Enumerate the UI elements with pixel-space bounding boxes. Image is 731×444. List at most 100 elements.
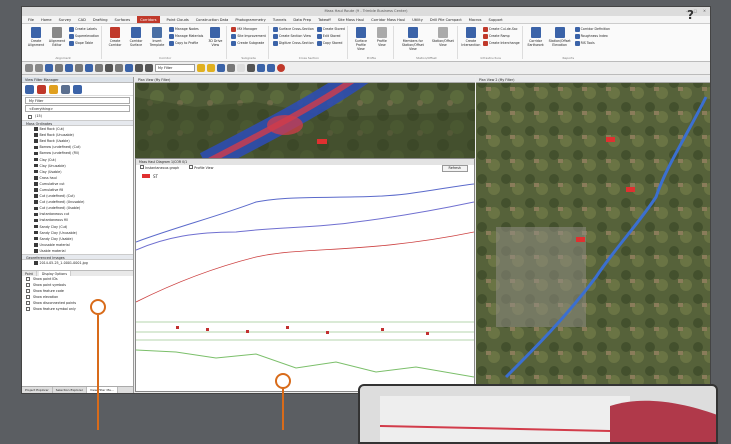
render-icon[interactable] (227, 64, 235, 72)
new-filter-icon[interactable] (25, 84, 34, 94)
zoom-extents-icon[interactable] (75, 64, 83, 72)
select-icon[interactable] (45, 64, 53, 72)
profile-view-option[interactable]: Profile View (189, 165, 213, 172)
view-filter-select[interactable]: My Filter (155, 64, 195, 72)
redo-icon[interactable] (35, 64, 43, 72)
checkbox[interactable] (34, 163, 38, 168)
menu-item-site-mass-haul[interactable]: Site Mass Haul (338, 16, 364, 23)
slope-table-button[interactable]: Slope Table (69, 41, 99, 46)
menu-item-drafting[interactable]: Drafting (93, 16, 108, 23)
list-item[interactable]: (15) (22, 113, 133, 120)
menu-item-macros[interactable]: Macros (469, 16, 482, 23)
mx-manager-button[interactable]: MX Manager (231, 27, 266, 32)
layer-icon[interactable] (49, 84, 58, 94)
checkbox[interactable] (189, 165, 194, 169)
create-intersection-button[interactable]: Create Intersection (461, 27, 480, 58)
maximize-icon[interactable]: □ (694, 7, 697, 16)
stop-icon[interactable] (277, 64, 285, 72)
create-corridor-button[interactable]: Create Corridor (106, 27, 124, 58)
layers-icon[interactable] (95, 64, 103, 72)
orbit-icon[interactable] (125, 64, 133, 72)
checkbox[interactable] (34, 157, 38, 162)
measure-icon[interactable] (135, 64, 143, 72)
checkbox[interactable] (28, 114, 32, 119)
menu-item-corridors[interactable]: Corridors (137, 16, 160, 23)
ris-tools-button[interactable]: RIS Tools (574, 41, 610, 46)
checkbox[interactable] (34, 224, 38, 229)
create-section-view-button[interactable]: Create Section View (272, 34, 314, 39)
close-icon[interactable]: ✕ (703, 7, 706, 16)
plan-view-right[interactable]: Plan View 2 (My Filter) (476, 77, 710, 393)
menu-item-survey[interactable]: Survey (59, 16, 72, 23)
menu-item-corridor-mass-haul[interactable]: Corridor Mass Haul (371, 16, 405, 23)
create-ramp-button[interactable]: Create Ramp (482, 34, 520, 39)
manage-nodes-button[interactable]: Manage Nodes (169, 27, 203, 32)
refresh-button[interactable]: Refresh (441, 165, 468, 172)
menu-item-takeoff[interactable]: Takeoff (318, 16, 331, 23)
checkbox[interactable] (34, 139, 38, 143)
edit-stored-button[interactable]: Edit Stored (316, 34, 345, 39)
delete-filter-icon[interactable] (37, 84, 46, 94)
help-icon[interactable]: ? (687, 9, 694, 21)
surface-cross-section-button[interactable]: Surface Cross-Section (272, 27, 314, 32)
shade-icon[interactable] (217, 64, 225, 72)
checkbox[interactable] (34, 249, 38, 253)
checkbox[interactable] (34, 133, 38, 137)
create-interchange-button[interactable]: Create Interchange (482, 41, 520, 46)
checkbox[interactable] (34, 194, 38, 198)
checkbox[interactable] (34, 188, 38, 192)
menu-item-utility[interactable]: Utility (412, 16, 423, 23)
pan-icon[interactable] (55, 64, 63, 72)
filter-scope-select[interactable]: <Everything> (25, 105, 130, 112)
zoom-icon[interactable] (65, 64, 73, 72)
tab-project-explorer[interactable]: Project Explorer (22, 387, 53, 393)
superelevation-button[interactable]: Superelevation (69, 34, 99, 39)
create-alignment-button[interactable]: Create Alignment (27, 27, 45, 58)
menu-item-drill-pile-compact[interactable]: Drill Pile Compact (430, 16, 462, 23)
filter-icon[interactable] (197, 64, 205, 72)
checkbox[interactable] (34, 243, 38, 247)
checkbox[interactable] (26, 289, 30, 294)
plan-view-right-tab[interactable]: Plan View 2 (My Filter) (476, 77, 710, 83)
checkbox[interactable] (34, 218, 38, 223)
site-improvement-button[interactable]: Site Improvement (231, 34, 266, 39)
create-subgrade-button[interactable]: Create Subgrade (231, 41, 266, 46)
digitize-cross-section-button[interactable]: Digitize Cross-Section (272, 41, 314, 46)
alignment-editor-button[interactable]: Alignment Editor (48, 27, 66, 58)
checkbox[interactable] (34, 169, 38, 174)
checkbox[interactable] (34, 212, 38, 217)
checkbox[interactable] (34, 230, 38, 235)
checkbox[interactable] (34, 200, 38, 204)
checkbox[interactable] (26, 295, 30, 300)
view-3d-icon[interactable] (85, 64, 93, 72)
checkbox[interactable] (34, 182, 38, 186)
tab-view-filter-manager[interactable]: View Filter Ma... (87, 387, 118, 393)
color-icon[interactable] (237, 64, 245, 72)
checkbox[interactable] (34, 151, 38, 156)
checkbox[interactable] (34, 236, 38, 241)
checkbox[interactable] (34, 145, 38, 150)
play-icon[interactable] (267, 64, 275, 72)
checkbox[interactable] (34, 176, 38, 180)
book-icon[interactable] (73, 84, 82, 94)
create-labels-button[interactable]: Create Labels (69, 27, 99, 32)
copy-to-profile-button[interactable]: Copy to Profile (169, 41, 203, 46)
tab-selection-explorer[interactable]: Selection Explorer (53, 387, 87, 393)
checkbox[interactable] (34, 261, 38, 265)
menu-item-data-prep[interactable]: Data Prep (293, 16, 311, 23)
manage-materials-button[interactable]: Manage Materials (169, 34, 203, 39)
corridor-definition-button[interactable]: Corridor Definition (574, 27, 610, 32)
menu-item-photogrammetry[interactable]: Photogrammetry (235, 16, 265, 23)
instantaneous-graph-option[interactable]: Instantaneous graph (140, 165, 179, 172)
checkbox[interactable] (26, 301, 30, 306)
cube-icon[interactable] (61, 84, 70, 94)
menu-item-surfaces[interactable]: Surfaces (115, 16, 131, 23)
station-offset-view-button[interactable]: Station/Offset View (431, 27, 455, 58)
checkbox[interactable] (26, 283, 30, 288)
checkbox[interactable] (34, 206, 38, 211)
display-option[interactable]: Show feature symbol only (22, 306, 133, 312)
highlight-icon[interactable] (207, 64, 215, 72)
roughness-index-button[interactable]: Roughness Index (574, 34, 610, 39)
copy-stored-button[interactable]: Copy Stored (316, 41, 345, 46)
create-cul-de-sac-button[interactable]: Create Cul-de-Sac (482, 27, 520, 32)
